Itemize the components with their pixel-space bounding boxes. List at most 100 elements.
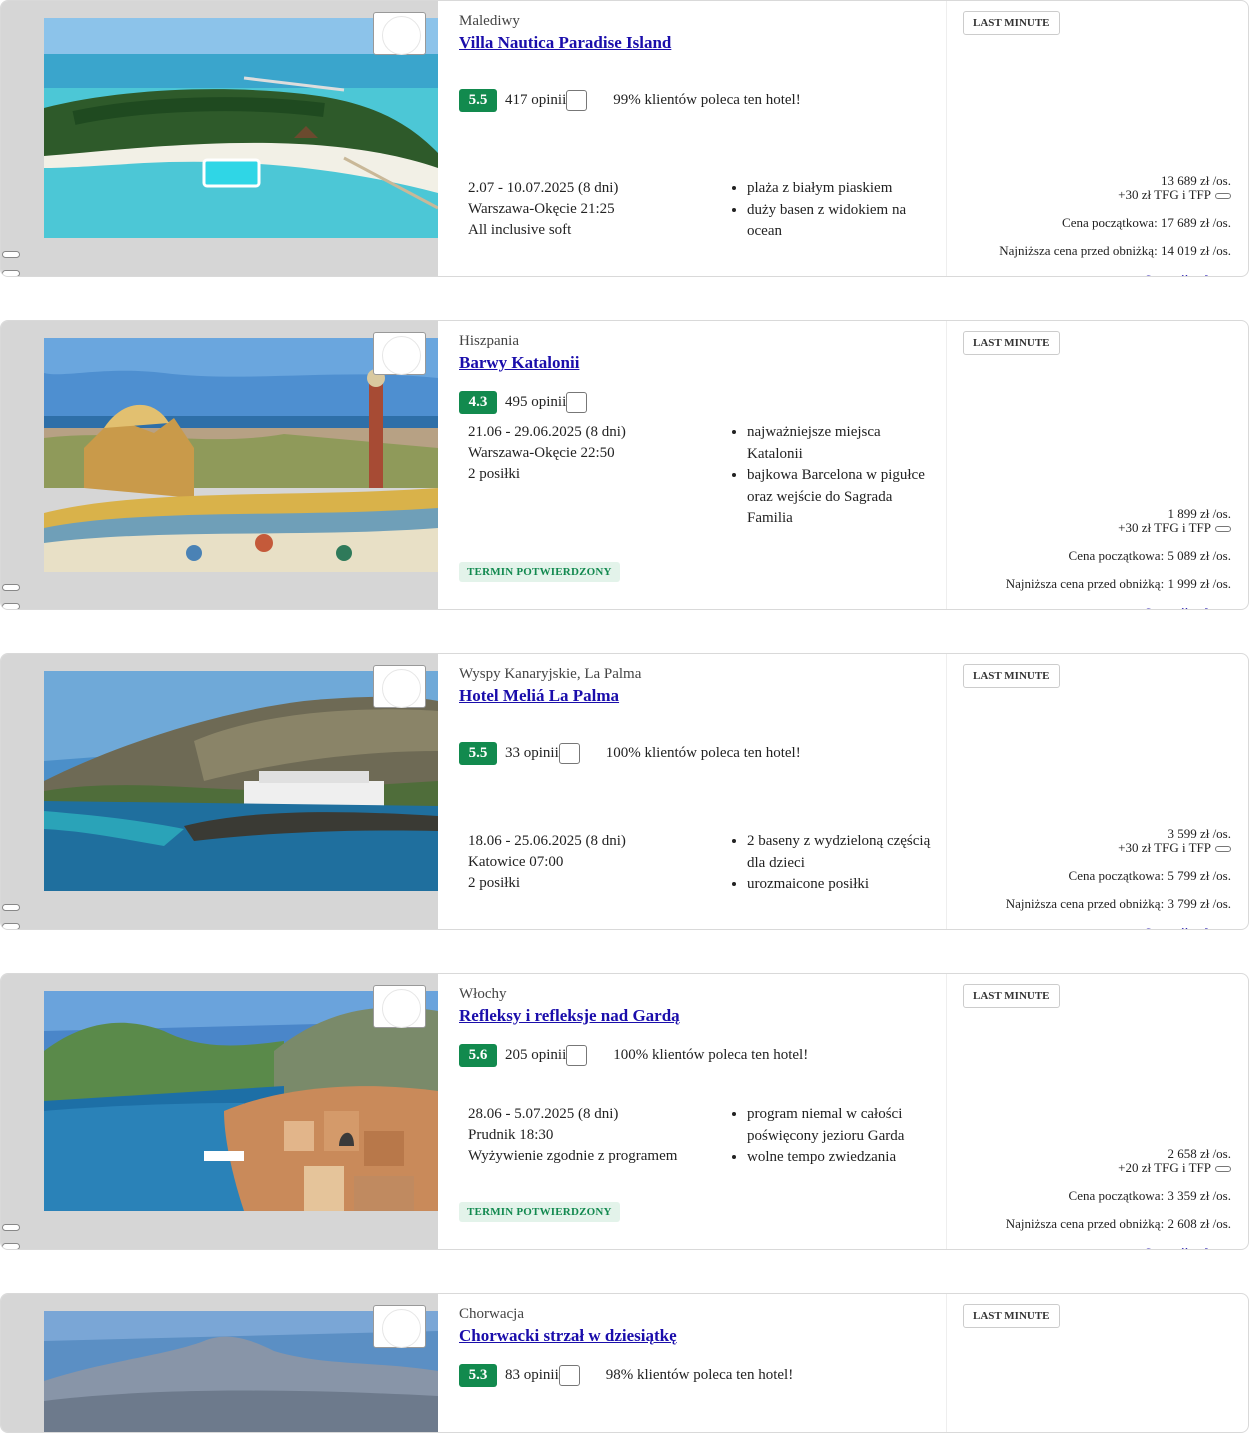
fee-info-toggle[interactable] — [1215, 193, 1231, 200]
fee-info-toggle[interactable] — [1215, 846, 1231, 853]
offer-info: Wyspy Kanaryjskie, La Palma Hotel Meliá … — [438, 654, 946, 929]
trip-dates: 28.06 - 5.07.2025 (8 dni) — [468, 1106, 619, 1122]
rating-score: 5.5 — [459, 89, 497, 112]
last-minute-badge: LAST MINUTE — [963, 1304, 1060, 1328]
feature-item: program niemal w całości poświęcony jezi… — [747, 1104, 937, 1147]
slider-dot[interactable] — [2, 904, 20, 911]
favorite-button[interactable] — [373, 1305, 426, 1348]
offer-country: Chorwacja — [459, 1306, 524, 1322]
tfg-fee: +30 zł TFG i TFP — [1118, 521, 1231, 535]
offer-details-link[interactable]: Szczegóły oferty — [1145, 272, 1226, 276]
rating-score: 5.6 — [459, 1044, 497, 1067]
slider-dot[interactable] — [2, 1243, 20, 1249]
rating-score: 5.5 — [459, 742, 497, 765]
last-minute-badge: LAST MINUTE — [963, 331, 1060, 355]
initial-price: Cena początkowa: 3 359 zł /os. — [1068, 1188, 1231, 1203]
opinions-count[interactable]: 33 opinii — [505, 745, 559, 762]
lowest-price: Najniższa cena przed obniżką: 3 799 zł /… — [1005, 896, 1231, 911]
fee-info-toggle[interactable] — [1215, 1166, 1231, 1173]
offer-details-link[interactable]: Szczegóły oferty — [1145, 925, 1226, 929]
offer-country: Hiszpania — [459, 333, 519, 349]
slider-dot[interactable] — [2, 584, 20, 591]
rating-row: 5.3 83 opinii 98% klientów poleca ten ho… — [459, 1364, 793, 1387]
offer-info: Hiszpania Barwy Katalonii 4.3 495 opinii… — [438, 321, 946, 609]
recommendation-text: 100% klientów poleca ten hotel! — [605, 745, 801, 761]
trip-details: 2.07 - 10.07.2025 (8 dni) Warszawa-Okęci… — [468, 178, 618, 241]
trip-board: 2 posiłki — [468, 466, 521, 482]
info-icon[interactable] — [558, 1365, 580, 1386]
last-minute-badge: LAST MINUTE — [963, 984, 1060, 1008]
offer-card[interactable]: Malediwy Villa Nautica Paradise Island 5… — [0, 0, 1249, 277]
heart-icon — [382, 669, 421, 708]
price-column: LAST MINUTE 13 689 zł /os. +30 zł TFG i … — [946, 1, 1248, 276]
rating-row: 5.5 417 opinii 99% klientów poleca ten h… — [459, 89, 801, 112]
tfg-fee: +30 zł TFG i TFP — [1118, 841, 1231, 855]
offer-title-link[interactable]: Villa Nautica Paradise Island — [459, 33, 671, 53]
price-column: LAST MINUTE 3 599 zł /os. +30 zł TFG i T… — [946, 654, 1248, 929]
offer-card[interactable]: Włochy Refleksy i refleksje nad Gardą 5.… — [0, 973, 1249, 1250]
recommendation-text: 98% klientów poleca ten hotel! — [605, 1367, 794, 1383]
offer-title-link[interactable]: Barwy Katalonii — [459, 353, 579, 373]
info-icon[interactable] — [566, 392, 588, 413]
lowest-price: Najniższa cena przed obniżką: 14 019 zł … — [999, 243, 1231, 258]
initial-price: Cena początkowa: 5 799 zł /os. — [1068, 868, 1231, 883]
opinions-count[interactable]: 417 opinii — [505, 92, 566, 109]
heart-icon — [382, 336, 421, 375]
feature-list: najważniejsze miejsca Katalonii bajkowa … — [730, 422, 937, 530]
offer-title-link[interactable]: Refleksy i refleksje nad Gardą — [459, 1006, 680, 1026]
favorite-button[interactable] — [373, 12, 426, 55]
offer-title-link[interactable]: Hotel Meliá La Palma — [459, 686, 619, 706]
heart-icon — [382, 16, 421, 55]
initial-price: Cena początkowa: 5 089 zł /os. — [1068, 548, 1231, 563]
offer-details-link[interactable]: Szczegóły oferty — [1145, 1245, 1226, 1249]
trip-departure: Prudnik 18:30 — [468, 1127, 554, 1143]
trip-board: 2 posiłki — [468, 875, 521, 891]
offer-card[interactable]: Wyspy Kanaryjskie, La Palma Hotel Meliá … — [0, 653, 1249, 930]
feature-list: program niemal w całości poświęcony jezi… — [730, 1104, 937, 1169]
rating-score: 5.3 — [459, 1364, 497, 1387]
favorite-button[interactable] — [373, 985, 426, 1028]
slider-dot[interactable] — [2, 923, 20, 929]
offer-country: Wyspy Kanaryjskie, La Palma — [459, 666, 642, 682]
offer-title-link[interactable]: Chorwacki strzał w dziesiątkę — [459, 1326, 677, 1346]
feature-item: bajkowa Barcelona w pigułce oraz wejście… — [747, 465, 937, 530]
favorite-button[interactable] — [373, 332, 426, 375]
offer-price: 1 899 zł /os. — [1167, 506, 1231, 521]
heart-icon — [382, 1309, 421, 1348]
trip-details: 21.06 - 29.06.2025 (8 dni) Warszawa-Okęc… — [468, 422, 626, 485]
tfg-fee-text: +30 zł TFG i TFP — [1118, 187, 1211, 202]
image-column — [1, 321, 438, 609]
offer-info: Chorwacja Chorwacki strzał w dziesiątkę … — [438, 1294, 946, 1432]
slider-dot[interactable] — [2, 603, 20, 609]
offer-card[interactable]: Chorwacja Chorwacki strzał w dziesiątkę … — [0, 1293, 1249, 1433]
info-icon[interactable] — [566, 90, 588, 111]
trip-dates: 18.06 - 25.06.2025 (8 dni) — [468, 833, 626, 849]
slider-dot[interactable] — [2, 1224, 20, 1231]
trip-board: All inclusive soft — [468, 222, 572, 238]
offer-price: 13 689 zł /os. — [1160, 173, 1231, 188]
feature-list: 2 baseny z wydzieloną częścią dla dzieci… — [730, 831, 937, 896]
opinions-count[interactable]: 205 opinii — [505, 1047, 566, 1064]
slider-dot[interactable] — [2, 270, 20, 276]
feature-item: najważniejsze miejsca Katalonii — [747, 422, 937, 465]
trip-dates: 2.07 - 10.07.2025 (8 dni) — [468, 180, 619, 196]
feature-item: duży basen z widokiem na ocean — [747, 200, 937, 243]
info-icon[interactable] — [558, 743, 580, 764]
image-column — [1, 974, 438, 1249]
slider-dot[interactable] — [2, 251, 20, 258]
feature-list: plaża z białym piaskiem duży basen z wid… — [730, 178, 937, 243]
heart-icon — [382, 989, 421, 1028]
trip-departure: Katowice 07:00 — [468, 854, 564, 870]
info-icon[interactable] — [566, 1045, 588, 1066]
trip-departure: Warszawa-Okęcie 21:25 — [468, 201, 615, 217]
price-column: LAST MINUTE 2 658 zł /os. +20 zł TFG i T… — [946, 974, 1248, 1249]
fee-info-toggle[interactable] — [1215, 526, 1231, 533]
opinions-count[interactable]: 495 opinii — [505, 394, 566, 411]
offer-details-link[interactable]: Szczegóły oferty — [1145, 605, 1226, 609]
tfg-fee-text: +30 zł TFG i TFP — [1118, 520, 1211, 535]
feature-item: 2 baseny z wydzieloną częścią dla dzieci — [747, 831, 937, 874]
offer-info: Malediwy Villa Nautica Paradise Island 5… — [438, 1, 946, 276]
favorite-button[interactable] — [373, 665, 426, 708]
opinions-count[interactable]: 83 opinii — [505, 1367, 559, 1384]
offer-card[interactable]: Hiszpania Barwy Katalonii 4.3 495 opinii… — [0, 320, 1249, 610]
